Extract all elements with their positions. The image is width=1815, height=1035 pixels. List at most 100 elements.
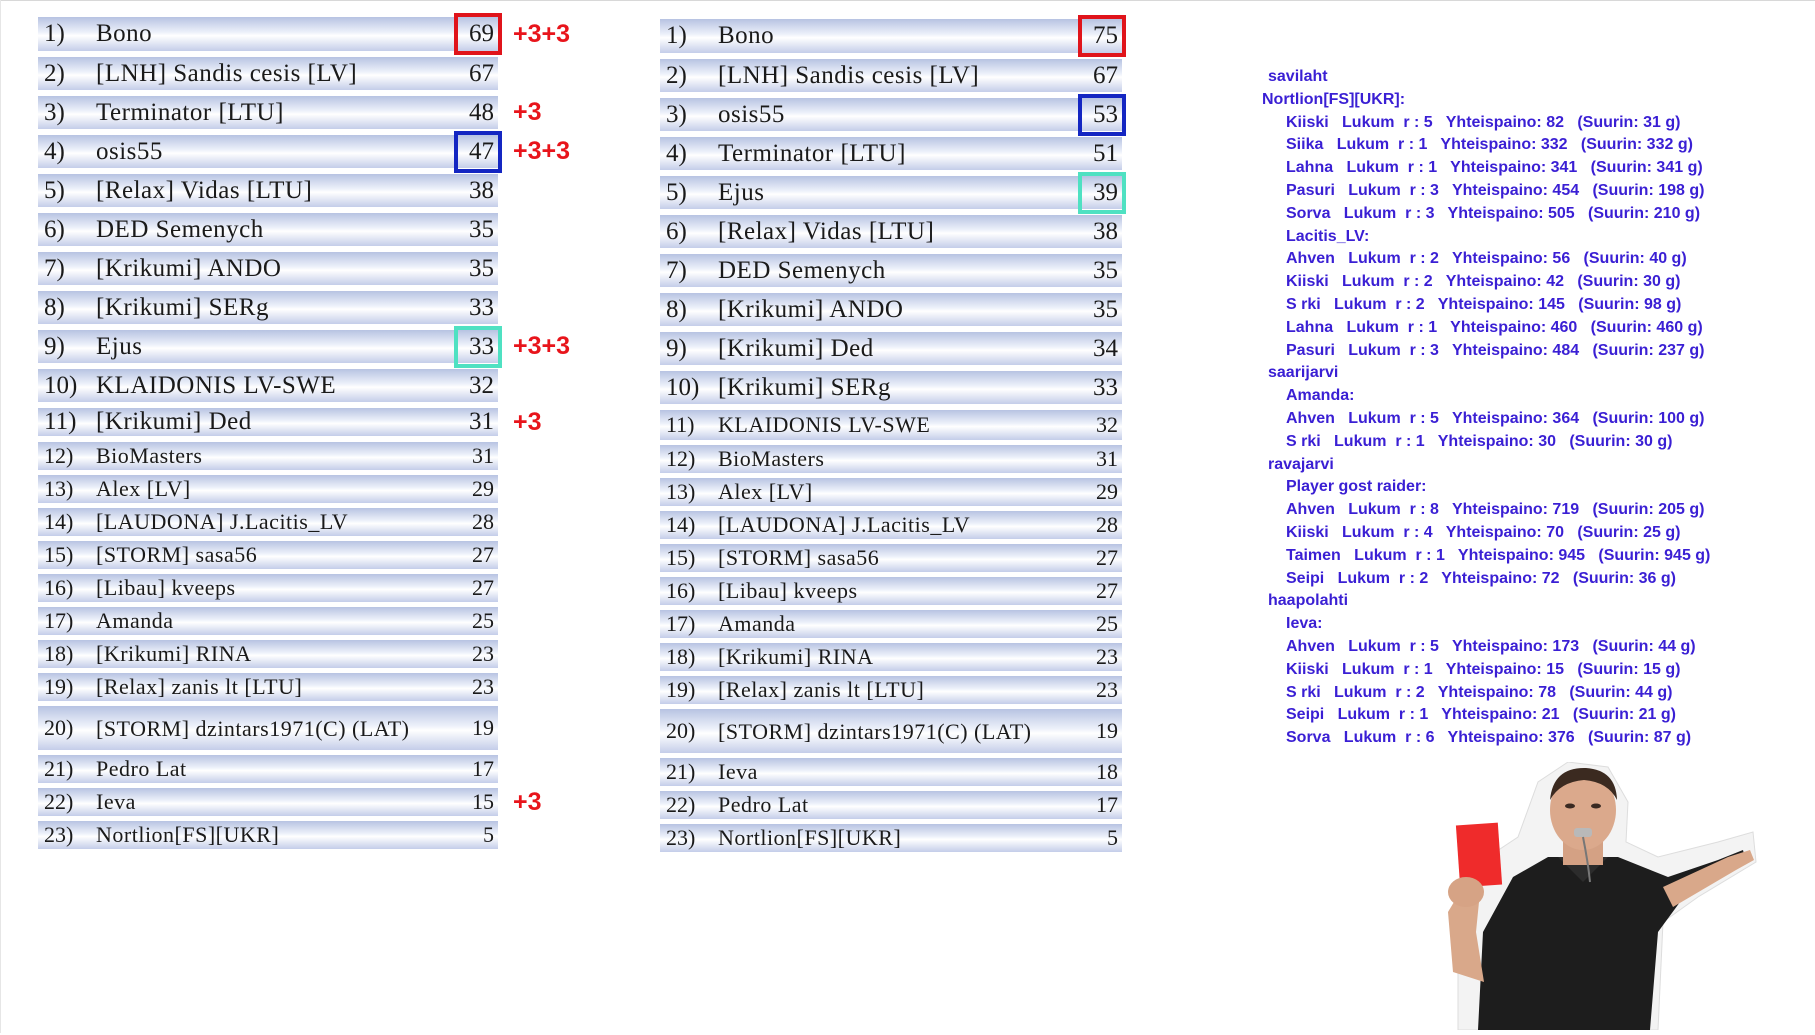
catch-log-line: Lahna Lukum r : 1 Yhteispaino: 341 (Suur…	[1286, 159, 1703, 177]
row-score: 35	[448, 255, 498, 283]
row-score: 47	[448, 130, 502, 173]
row-rank: 12)	[666, 446, 696, 471]
catch-log: savilaht Nortlion[FS][UKR]: Kiiski Lukum r…	[1262, 66, 1732, 750]
row-rank: 5)	[44, 176, 65, 204]
row-score: 34	[1072, 335, 1122, 363]
row-score-value: 32	[1096, 412, 1118, 437]
row-player-name: Nortlion[FS][UKR]	[96, 822, 280, 847]
row-score: 67	[448, 60, 498, 88]
row-player-name: Amanda	[718, 611, 796, 636]
catch-log-line: savilaht	[1268, 68, 1328, 85]
row-player-name: [Relax] zanis lt [LTU]	[96, 674, 303, 699]
row-score-value: 28	[472, 509, 494, 534]
catch-log-line: Kiiski Lukum r : 2 Yhteispaino: 42 (Suur…	[1286, 273, 1681, 291]
table-row: 2) [LNH] Sandis cesis [LV] 67	[660, 59, 1122, 92]
row-player-name: Bono	[96, 20, 153, 47]
row-rank: 19)	[44, 674, 74, 699]
catch-log-line: Kiiski Lukum r : 1 Yhteispaino: 15 (Suur…	[1286, 660, 1681, 678]
row-score-value: 48	[469, 98, 494, 126]
row-rank: 9)	[666, 334, 687, 362]
row-rank: 21)	[666, 759, 696, 784]
table-row: 3) Terminator [LTU] 48 +3	[38, 96, 542, 129]
table-row: 21) Pedro Lat 17	[38, 755, 498, 783]
row-rank: 16)	[666, 578, 696, 603]
row-player-name: osis55	[96, 137, 163, 165]
row-rank: 12)	[44, 443, 74, 468]
row-score: 23	[1072, 644, 1122, 670]
table-row: 14) [LAUDONA] J.Lacitis_LV 28	[660, 511, 1122, 539]
row-rank: 23)	[666, 825, 696, 850]
row-score: 28	[1072, 512, 1122, 538]
row-rank: 13)	[44, 476, 74, 501]
row-rank: 17)	[44, 608, 74, 633]
row-rank: 7)	[666, 256, 687, 284]
table-row: 7) [Krikumi] ANDO 35	[38, 252, 498, 285]
row-score-value: 27	[472, 542, 494, 567]
row-score-value: 23	[472, 674, 494, 699]
bonus-points-label: +3+3	[513, 19, 571, 48]
row-score-value: 33	[469, 293, 494, 321]
row-player-name: [Libau] kveeps	[718, 578, 858, 603]
table-row: 14) [LAUDONA] J.Lacitis_LV 28	[38, 508, 498, 536]
row-score-value: 25	[1096, 611, 1118, 636]
row-score-value: 23	[472, 641, 494, 666]
row-player-name: Pedro Lat	[96, 756, 187, 781]
row-score-value: 5	[1107, 825, 1118, 850]
row-score: 17	[1072, 792, 1122, 818]
row-rank: 15)	[666, 545, 696, 570]
table-row: 5) [Relax] Vidas [LTU] 38	[38, 174, 498, 207]
row-rank: 4)	[44, 137, 65, 165]
table-row: 17) Amanda 25	[38, 607, 498, 635]
row-player-name: DED Semenych	[96, 215, 264, 243]
row-player-name: osis55	[718, 100, 785, 128]
row-rank: 23)	[44, 822, 74, 847]
row-rank: 11)	[666, 412, 695, 437]
row-player-name: Bono	[718, 22, 775, 49]
row-score: 35	[1072, 296, 1122, 324]
row-player-name: Pedro Lat	[718, 792, 809, 817]
row-score: 33	[1072, 374, 1122, 402]
top-border	[0, 0, 1815, 1]
row-score-value: 67	[1093, 61, 1118, 89]
table-row: 9) Ejus 33 +3+3	[38, 325, 570, 368]
row-score: 69	[448, 13, 502, 55]
catch-log-line: Lacitis_LV:	[1286, 227, 1370, 245]
score-highlight-box	[454, 325, 502, 368]
catch-log-line: Ahven Lukum r : 8 Yhteispaino: 719 (Suur…	[1286, 501, 1705, 519]
row-score: 27	[448, 542, 498, 568]
catch-log-line: Player gost raider:	[1286, 478, 1427, 496]
row-player-name: Amanda	[96, 608, 174, 633]
table-row: 13) Alex [LV] 29	[660, 478, 1122, 506]
table-row: 8) [Krikumi] SERg 33	[38, 291, 498, 324]
row-score: 19	[1072, 718, 1122, 744]
row-player-name: Ejus	[718, 178, 765, 206]
row-score-value: 27	[1096, 578, 1118, 603]
row-score-value: 31	[1096, 446, 1118, 471]
row-score: 32	[1072, 412, 1122, 438]
row-player-name: [STORM] dzintars1971(C) (LAT)	[718, 718, 1032, 744]
catch-log-line: Seipi Lukum r : 1 Yhteispaino: 21 (Suuri…	[1286, 706, 1676, 724]
standings-table-before: 1) Bono 69 +3+3 2) [LNH] Sandis cesis [LV] 67 3…	[38, 13, 570, 854]
row-score: 29	[1072, 479, 1122, 505]
row-player-name: [Libau] kveeps	[96, 575, 236, 600]
row-rank: 1)	[666, 22, 687, 49]
row-score: 29	[448, 476, 498, 502]
row-rank: 11)	[44, 408, 77, 435]
row-score-value: 31	[472, 443, 494, 468]
table-row: 11) KLAIDONIS LV-SWE 32	[660, 410, 1122, 440]
row-player-name: [Krikumi] RINA	[96, 641, 252, 666]
catch-log-line: Nortlion[FS][UKR]:	[1262, 90, 1406, 108]
catch-log-line: Ahven Lukum r : 2 Yhteispaino: 56 (Suuri…	[1286, 250, 1687, 268]
row-score-value: 38	[1093, 217, 1118, 245]
row-score-value: 27	[1096, 545, 1118, 570]
row-score-value: 18	[1096, 759, 1118, 784]
row-score-value: 32	[469, 371, 494, 399]
row-rank: 8)	[666, 295, 687, 323]
row-rank: 18)	[666, 644, 696, 669]
catch-log-line: Pasuri Lukum r : 3 Yhteispaino: 454 (Suu…	[1286, 181, 1705, 199]
row-score: 17	[448, 756, 498, 782]
row-score-value: 29	[1096, 479, 1118, 504]
row-score: 15	[448, 789, 498, 815]
score-highlight-box	[1078, 15, 1126, 57]
catch-log-line: Lahna Lukum r : 1 Yhteispaino: 460 (Suur…	[1286, 318, 1703, 336]
